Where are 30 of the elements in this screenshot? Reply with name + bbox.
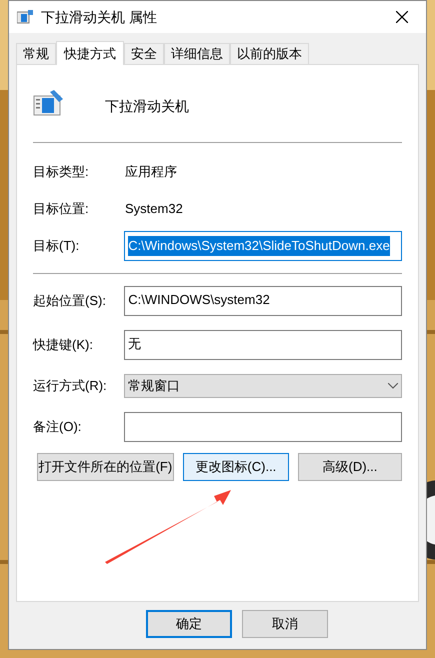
action-button[interactable]: 打开文件所在的位置(F) [37, 453, 174, 481]
tab[interactable]: 安全 [124, 43, 164, 64]
input-field[interactable]: C:\WINDOWS\system32 [124, 286, 402, 316]
input-field[interactable] [124, 412, 402, 442]
dropdown[interactable]: 常规窗口 [124, 374, 402, 398]
field-value: 应用程序 [125, 162, 177, 181]
close-icon [396, 11, 408, 23]
field-value: System32 [125, 200, 183, 218]
field-label: 起始位置(S): [33, 292, 107, 310]
action-button[interactable]: 高级(D)... [298, 453, 402, 481]
tab[interactable]: 常规 [16, 43, 56, 64]
dialog-button[interactable]: 取消 [242, 610, 328, 638]
input-field[interactable]: 无 [124, 330, 402, 360]
field-label: 目标(T): [33, 237, 80, 256]
shortcut-app-icon [17, 10, 33, 24]
field-label: 目标位置: [33, 200, 90, 218]
caret-icon [388, 383, 398, 389]
window-title: 下拉滑动关机 属性 [41, 8, 158, 26]
field-label: 运行方式(R): [33, 377, 108, 396]
field-label: 备注(O): [33, 418, 82, 436]
shortcut-app-icon [33, 90, 63, 116]
field-label: 快捷键(K): [33, 336, 94, 354]
action-button[interactable]: 更改图标(C)... [182, 453, 289, 481]
shortcut-name: 下拉滑动关机 [105, 96, 189, 116]
tab[interactable]: 快捷方式 [56, 41, 124, 65]
dialog-button[interactable]: 确定 [146, 610, 232, 638]
tab[interactable]: 详细信息 [164, 43, 230, 64]
input-field[interactable]: C:\Windows\System32\SlideToShutDown.exe [124, 231, 402, 261]
field-label: 目标类型: [33, 162, 90, 181]
tab[interactable]: 以前的版本 [230, 43, 309, 64]
